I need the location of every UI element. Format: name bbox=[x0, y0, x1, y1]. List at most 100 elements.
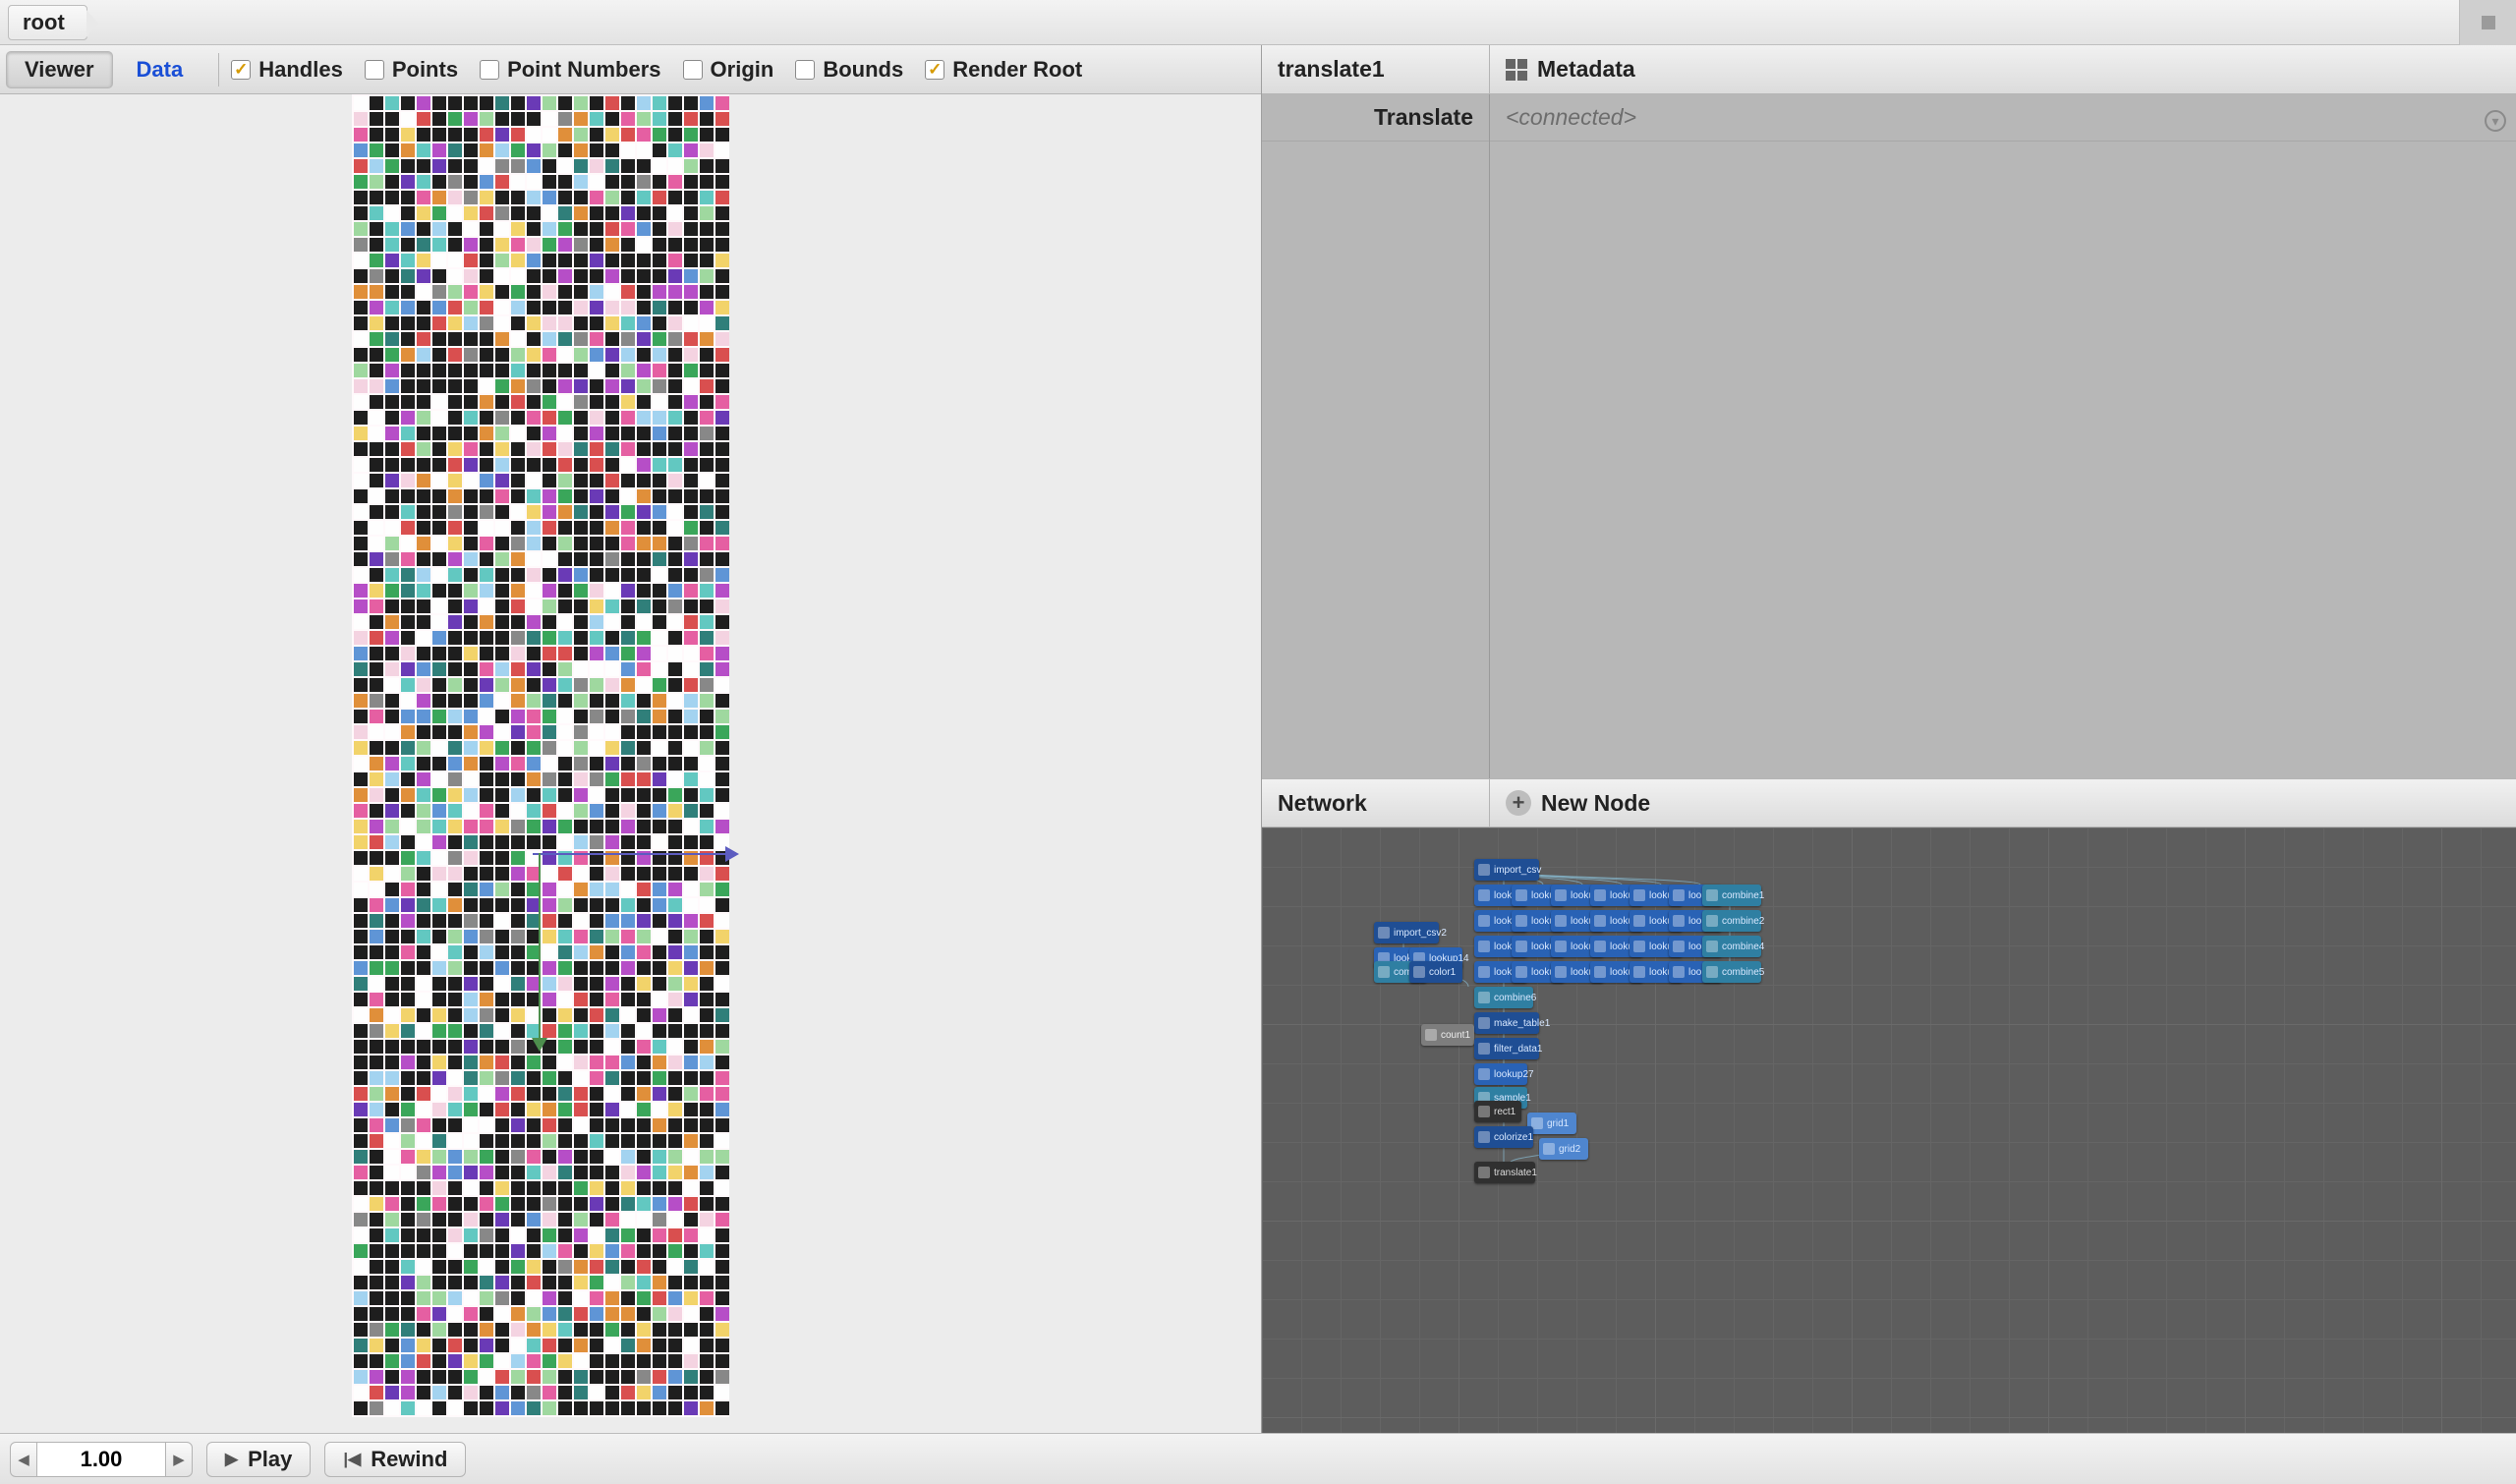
check-bounds-label: Bounds bbox=[823, 57, 903, 83]
node-lookup27[interactable]: lookup27 bbox=[1474, 1063, 1527, 1085]
property-value-translate[interactable]: <connected> bbox=[1490, 94, 2516, 142]
node-combine1[interactable]: combine1 bbox=[1702, 885, 1761, 906]
play-button[interactable]: ▶Play bbox=[206, 1442, 311, 1477]
new-node-button[interactable]: + New Node bbox=[1490, 779, 1666, 827]
node-rect1[interactable]: rect1 bbox=[1474, 1101, 1521, 1122]
frame-increment[interactable]: ▶ bbox=[165, 1442, 193, 1477]
node-icon bbox=[1478, 1043, 1490, 1055]
node-label: combine2 bbox=[1722, 916, 1764, 927]
check-render-root[interactable]: Render Root bbox=[925, 57, 1082, 83]
node-label: combine6 bbox=[1494, 993, 1536, 1003]
node-icon bbox=[1478, 992, 1490, 1003]
rewind-button[interactable]: |◀Rewind bbox=[324, 1442, 466, 1477]
tab-viewer[interactable]: Viewer bbox=[6, 51, 113, 88]
checkbox-icon bbox=[231, 60, 251, 80]
check-points[interactable]: Points bbox=[365, 57, 458, 83]
node-label: rect1 bbox=[1494, 1107, 1515, 1117]
square-icon bbox=[2482, 16, 2495, 29]
check-handles[interactable]: Handles bbox=[231, 57, 343, 83]
property-label-translate: Translate bbox=[1262, 94, 1489, 142]
node-icon bbox=[1594, 966, 1606, 978]
window-control[interactable] bbox=[2459, 0, 2516, 45]
node-combine2[interactable]: combine2 bbox=[1702, 910, 1761, 932]
node-icon bbox=[1555, 915, 1567, 927]
node-label: grid1 bbox=[1547, 1118, 1569, 1129]
node-icon bbox=[1555, 889, 1567, 901]
node-combine4[interactable]: combine4 bbox=[1702, 936, 1761, 957]
node-label: colorize1 bbox=[1494, 1132, 1533, 1143]
node-label: make_table1 bbox=[1494, 1018, 1550, 1029]
check-points-label: Points bbox=[392, 57, 458, 83]
checkbox-icon bbox=[925, 60, 944, 80]
timeline-bar: ◀ ▶ ▶Play |◀Rewind bbox=[0, 1433, 2516, 1484]
node-import_csv[interactable]: import_csv bbox=[1474, 859, 1539, 881]
node-translate1[interactable]: translate1 bbox=[1474, 1162, 1535, 1183]
node-icon bbox=[1673, 941, 1685, 952]
frame-spinner: ◀ ▶ bbox=[10, 1442, 193, 1477]
node-colorize1[interactable]: colorize1 bbox=[1474, 1126, 1533, 1148]
rendered-output bbox=[352, 94, 729, 1417]
breadcrumb-bar: root bbox=[0, 0, 2516, 45]
tab-viewer-label: Viewer bbox=[25, 57, 94, 83]
node-filter_data1[interactable]: filter_data1 bbox=[1474, 1038, 1539, 1059]
node-make_table1[interactable]: make_table1 bbox=[1474, 1012, 1539, 1034]
node-icon bbox=[1543, 1143, 1555, 1155]
node-icon bbox=[1478, 1068, 1490, 1080]
node-icon bbox=[1478, 1167, 1490, 1178]
check-origin-label: Origin bbox=[711, 57, 774, 83]
viewer-toolbar: Viewer Data Handles Points Point Numbers… bbox=[0, 45, 1261, 94]
node-color1[interactable]: color1 bbox=[1409, 961, 1462, 983]
node-label: lookup27 bbox=[1494, 1069, 1534, 1080]
node-label: color1 bbox=[1429, 967, 1456, 978]
node-icon bbox=[1478, 915, 1490, 927]
network-title-text: Network bbox=[1278, 790, 1367, 817]
frame-field[interactable] bbox=[37, 1442, 165, 1477]
node-icon bbox=[1706, 915, 1718, 927]
frame-decrement[interactable]: ◀ bbox=[10, 1442, 37, 1477]
node-label: combine5 bbox=[1722, 967, 1764, 978]
breadcrumb-root[interactable]: root bbox=[8, 5, 87, 40]
tab-data[interactable]: Data bbox=[119, 51, 201, 88]
node-label: count1 bbox=[1441, 1030, 1470, 1041]
selected-node-name-text: translate1 bbox=[1278, 56, 1385, 83]
check-origin[interactable]: Origin bbox=[683, 57, 774, 83]
node-icon bbox=[1425, 1029, 1437, 1041]
node-label: filter_data1 bbox=[1494, 1044, 1542, 1055]
node-icon bbox=[1633, 966, 1645, 978]
node-label: combine1 bbox=[1722, 890, 1764, 901]
metadata-tab[interactable]: Metadata bbox=[1490, 45, 1651, 93]
node-count1[interactable]: count1 bbox=[1421, 1024, 1474, 1046]
node-import_csv2[interactable]: import_csv2 bbox=[1374, 922, 1439, 943]
node-grid1[interactable]: grid1 bbox=[1527, 1113, 1576, 1134]
toolbar-separator bbox=[218, 53, 219, 86]
tab-data-label: Data bbox=[137, 57, 184, 83]
breadcrumb-root-label: root bbox=[23, 10, 65, 35]
node-icon bbox=[1478, 966, 1490, 978]
node-icon bbox=[1706, 966, 1718, 978]
node-combine6[interactable]: combine6 bbox=[1474, 987, 1533, 1008]
node-icon bbox=[1515, 941, 1527, 952]
node-grid2[interactable]: grid2 bbox=[1539, 1138, 1588, 1160]
node-icon bbox=[1633, 915, 1645, 927]
check-point-numbers-label: Point Numbers bbox=[507, 57, 660, 83]
check-bounds[interactable]: Bounds bbox=[795, 57, 903, 83]
viewer-canvas[interactable] bbox=[0, 94, 1261, 1433]
node-label: translate1 bbox=[1494, 1168, 1537, 1178]
node-icon bbox=[1515, 966, 1527, 978]
node-icon bbox=[1515, 915, 1527, 927]
check-point-numbers[interactable]: Point Numbers bbox=[480, 57, 660, 83]
check-render-root-label: Render Root bbox=[952, 57, 1082, 83]
expand-icon[interactable]: ▾ bbox=[2485, 110, 2506, 132]
node-icon bbox=[1633, 941, 1645, 952]
network-canvas[interactable]: import_csvimport_csv2lookup1lookup2looku… bbox=[1262, 828, 2516, 1433]
node-combine5[interactable]: combine5 bbox=[1702, 961, 1761, 983]
node-icon bbox=[1555, 966, 1567, 978]
node-icon bbox=[1673, 966, 1685, 978]
node-icon bbox=[1413, 966, 1425, 978]
node-label: import_csv2 bbox=[1394, 928, 1447, 939]
rewind-label: Rewind bbox=[371, 1447, 447, 1472]
node-icon bbox=[1478, 1131, 1490, 1143]
node-label: import_csv bbox=[1494, 865, 1541, 876]
metadata-icon bbox=[1506, 59, 1527, 81]
node-icon bbox=[1673, 915, 1685, 927]
